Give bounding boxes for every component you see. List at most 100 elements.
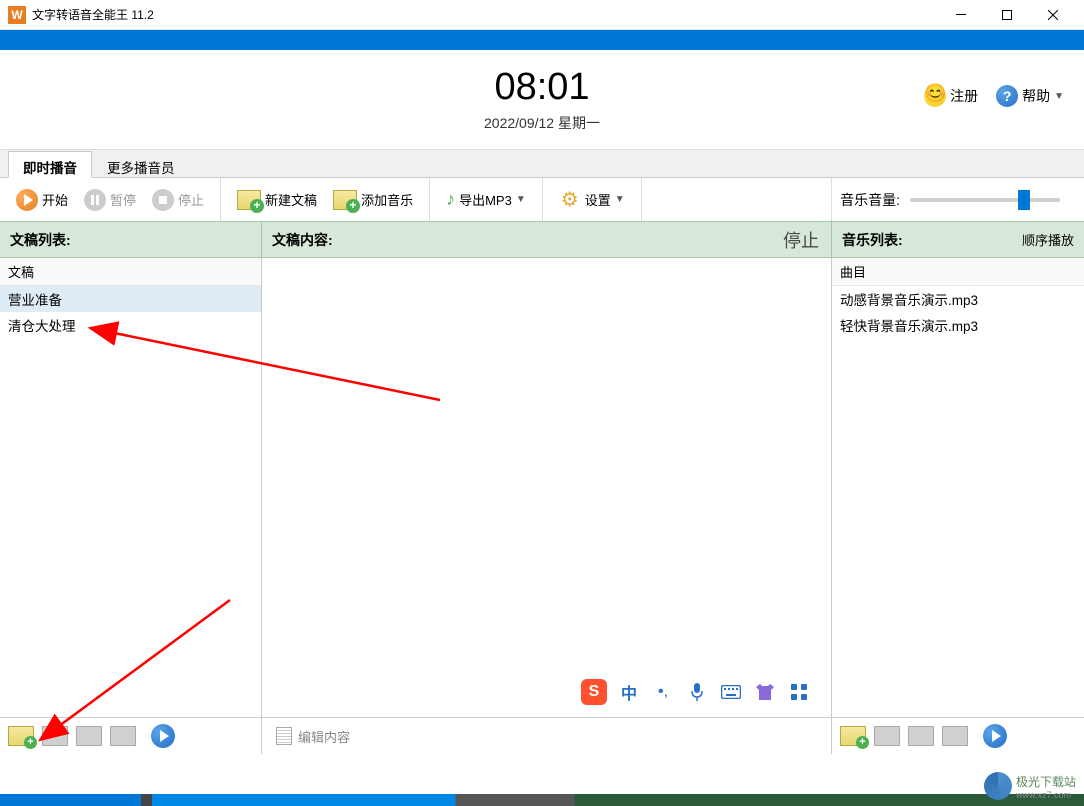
watermark-sub: www.xz7.com	[1016, 790, 1076, 800]
start-label: 开始	[42, 190, 68, 209]
settings-button[interactable]: 设置 ▼	[551, 185, 633, 215]
add-icon	[8, 726, 34, 746]
clock-time: 08:01	[494, 66, 589, 109]
window-controls	[938, 0, 1076, 30]
music-list-item[interactable]: 轻快背景音乐演示.mp3	[832, 312, 1084, 338]
status-text: 停止	[783, 227, 819, 253]
sogou-icon[interactable]: S	[581, 679, 607, 705]
down-icon	[942, 726, 968, 746]
help-icon: ?	[996, 85, 1018, 107]
volume-slider-thumb[interactable]	[1018, 190, 1030, 210]
music-bottom-toolbar	[832, 718, 1084, 754]
register-link[interactable]: 注册	[924, 85, 978, 107]
doc-list-item[interactable]: 清仓大处理	[0, 312, 261, 338]
play-music-button[interactable]	[980, 723, 1010, 749]
add-icon	[840, 726, 866, 746]
close-button[interactable]	[1030, 0, 1076, 30]
music-down-button[interactable]	[940, 723, 970, 749]
export-mp3-button[interactable]: ♪ 导出MP3 ▼	[438, 185, 534, 214]
toolbar-settings: 设置 ▼	[543, 178, 642, 221]
page-icon	[276, 727, 292, 745]
music-list-header: 音乐列表: 顺序播放	[832, 222, 1084, 257]
ime-chinese-button[interactable]: 中	[617, 680, 641, 704]
remove-doc-button[interactable]	[40, 723, 70, 749]
add-music-label: 添加音乐	[361, 190, 413, 209]
doc-bottom-toolbar	[0, 718, 262, 754]
down-icon	[110, 726, 136, 746]
watermark-text: 极光下载站	[1016, 775, 1076, 789]
up-icon	[76, 726, 102, 746]
music-list-label: 音乐列表:	[842, 230, 903, 250]
chevron-down-icon: ▼	[1054, 91, 1064, 102]
add-music-icon	[333, 190, 357, 210]
chevron-down-icon: ▼	[615, 194, 625, 205]
edit-content-button[interactable]: 编辑内容	[268, 723, 358, 750]
toolbar-playback: 开始 暂停 停止	[0, 178, 221, 221]
stop-button[interactable]: 停止	[144, 185, 212, 215]
remove-icon	[874, 726, 900, 746]
stop-icon	[152, 189, 174, 211]
add-music-button[interactable]: 添加音乐	[325, 186, 421, 214]
ime-grid-button[interactable]	[787, 680, 811, 704]
music-up-button[interactable]	[906, 723, 936, 749]
pause-button[interactable]: 暂停	[76, 185, 144, 215]
toolbar-volume: 音乐音量:	[831, 178, 1084, 221]
pause-label: 暂停	[110, 190, 136, 209]
main-content: 文稿 营业准备 清仓大处理 S 中 •, 曲目 动感背景音乐演示.mp3 轻快背…	[0, 258, 1084, 718]
titlebar: W 文字转语音全能王 11.2	[0, 0, 1084, 30]
toolbar: 开始 暂停 停止 新建文稿 添加音乐 ♪ 导出MP3 ▼ 设置 ▼	[0, 178, 1084, 222]
stop-label: 停止	[178, 190, 204, 209]
play-icon	[151, 724, 175, 748]
toolbar-document: 新建文稿 添加音乐	[221, 178, 430, 221]
doc-content-header: 文稿内容: 停止	[262, 222, 832, 257]
doc-down-button[interactable]	[108, 723, 138, 749]
maximize-button[interactable]	[984, 0, 1030, 30]
ime-mic-button[interactable]	[685, 680, 709, 704]
doc-content-label: 文稿内容:	[272, 230, 333, 250]
doc-list-item[interactable]: 营业准备	[0, 286, 261, 312]
help-dropdown[interactable]: ? 帮助 ▼	[996, 85, 1064, 107]
ime-punct-button[interactable]: •,	[651, 680, 675, 704]
start-button[interactable]: 开始	[8, 185, 76, 215]
export-mp3-label: 导出MP3	[459, 190, 512, 209]
add-doc-button[interactable]	[6, 723, 36, 749]
play-doc-button[interactable]	[148, 723, 178, 749]
help-label: 帮助	[1022, 86, 1050, 106]
doc-list-header: 文稿列表:	[0, 222, 262, 257]
remove-music-button[interactable]	[872, 723, 902, 749]
play-icon	[983, 724, 1007, 748]
doc-list-panel: 文稿 营业准备 清仓大处理	[0, 258, 262, 717]
new-doc-label: 新建文稿	[265, 190, 317, 209]
doc-column-header: 文稿	[0, 258, 261, 286]
ime-keyboard-button[interactable]	[719, 680, 743, 704]
app-icon: W	[8, 6, 26, 24]
footer-strip	[0, 794, 1084, 806]
tab-more-announcers[interactable]: 更多播音员	[92, 151, 190, 178]
doc-content-panel[interactable]: S 中 •,	[262, 258, 832, 717]
volume-label: 音乐音量:	[840, 190, 900, 210]
music-column-header: 曲目	[832, 258, 1084, 286]
up-icon	[908, 726, 934, 746]
tab-instant-broadcast[interactable]: 即时播音	[8, 151, 92, 178]
add-music-item-button[interactable]	[838, 723, 868, 749]
music-list-panel: 曲目 动感背景音乐演示.mp3 轻快背景音乐演示.mp3	[832, 258, 1084, 717]
volume-slider[interactable]	[910, 198, 1060, 202]
main-tabs: 即时播音 更多播音员	[0, 150, 1084, 178]
ime-theme-button[interactable]	[753, 680, 777, 704]
new-document-button[interactable]: 新建文稿	[229, 186, 325, 214]
doc-up-button[interactable]	[74, 723, 104, 749]
menu-bar	[0, 30, 1084, 50]
new-doc-icon	[237, 190, 261, 210]
minimize-button[interactable]	[938, 0, 984, 30]
content-bottom-toolbar: 编辑内容	[262, 718, 832, 754]
music-note-icon: ♪	[446, 189, 455, 210]
music-list-item[interactable]: 动感背景音乐演示.mp3	[832, 286, 1084, 312]
play-icon	[16, 189, 38, 211]
ime-toolbar: S 中 •,	[573, 675, 819, 709]
remove-icon	[42, 726, 68, 746]
chevron-down-icon: ▼	[516, 194, 526, 205]
bottom-toolbars: 编辑内容	[0, 718, 1084, 754]
play-mode-button[interactable]: 顺序播放	[1022, 230, 1074, 249]
gear-icon	[559, 189, 581, 211]
header: 08:01 2022/09/12 星期一 注册 ? 帮助 ▼	[0, 50, 1084, 150]
